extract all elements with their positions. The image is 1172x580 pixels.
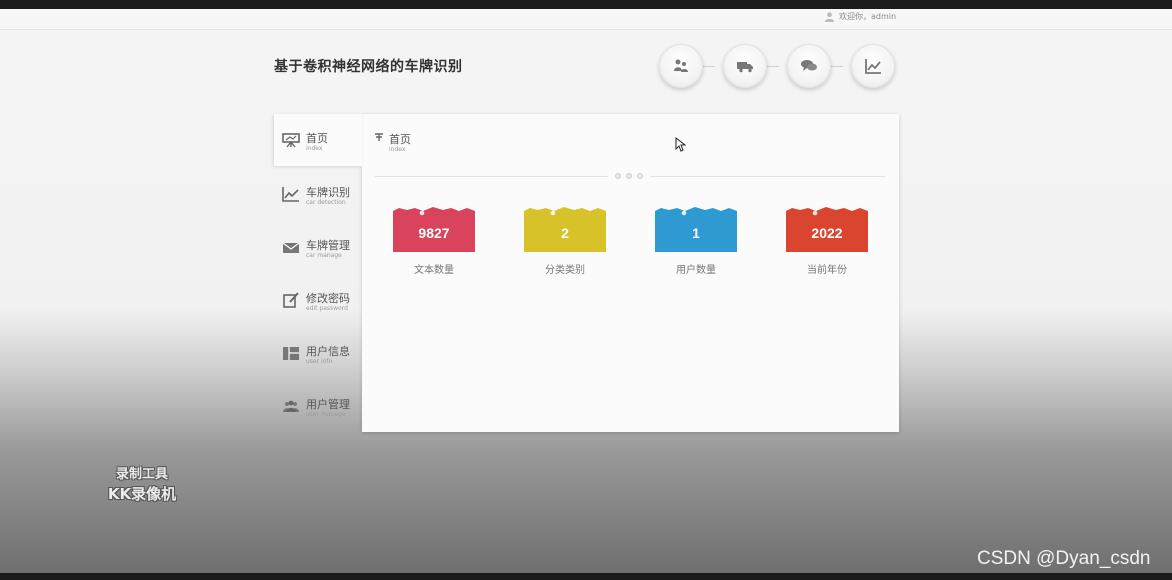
sidebar-item-label: 用户管理 [306,398,350,411]
header-strip [0,9,1172,30]
stat-card-text-count[interactable]: 9827 文本数量 [393,207,475,276]
sidebar-item-sublabel: edit password [306,305,348,312]
stat-value: 2 [561,225,569,241]
sidebar-item-user-manage[interactable]: 用户管理 user manage [274,380,362,432]
video-bottom-border [0,573,1172,580]
chat-icon [801,60,817,71]
users-icon [283,400,299,412]
stat-card-category-count[interactable]: 2 分类类别 [524,207,606,276]
stat-value: 1 [692,225,700,241]
nav-connector [831,66,843,67]
nav-users-button[interactable] [659,44,703,88]
envelope-icon [282,242,300,253]
watermark-line1: 录制工具 [115,467,168,482]
welcome-text: 欢迎你，admin [839,12,897,21]
nav-connector [703,66,715,67]
pin-icon [375,133,383,141]
recorder-watermark: 录制工具 KK录像机 [96,466,188,504]
user-icon [824,12,835,22]
sidebar-item-car-detection[interactable]: 车牌识别 car detection [274,168,362,220]
grid-icon [283,347,299,360]
watermark-line2: KK录像机 [107,485,177,503]
video-top-border [0,0,1172,9]
sidebar-item-car-manage[interactable]: 车牌管理 car manage [274,221,362,273]
divider-dot [626,173,632,179]
line-chart-icon [282,187,299,202]
nav-chat-button[interactable] [787,44,831,88]
sidebar-item-label: 车牌识别 [306,186,350,199]
sidebar-item-label: 首页 [306,132,328,145]
sidebar-item-label: 用户信息 [306,345,350,358]
divider-dot [615,173,621,179]
stat-card-current-year[interactable]: 2022 当前年份 [786,207,868,276]
breadcrumb-title: 首页 [389,133,411,146]
nav-chart-button[interactable] [851,44,895,88]
sidebar-item-sublabel: car manage [306,252,342,259]
stat-card-user-count[interactable]: 1 用户数量 [655,207,737,276]
welcome-area[interactable]: 欢迎你，admin [824,11,896,22]
stat-value: 9827 [418,225,450,241]
breadcrumb-subtitle: index [389,146,406,153]
mouse-cursor-icon [675,137,686,152]
nav-truck-button[interactable] [723,44,767,88]
stat-label: 当前年份 [807,265,847,276]
stat-label: 用户数量 [676,265,716,276]
line-chart-icon [865,59,881,74]
csdn-watermark: CSDN @Dyan_csdn [977,548,1151,569]
sidebar-item-index[interactable]: 首页 index [274,114,362,166]
site-title: 基于卷积神经网络的车牌识别 [274,59,463,75]
divider-dots [608,171,650,181]
sidebar-item-label: 车牌管理 [306,239,350,252]
divider-dot [637,173,643,179]
sidebar-item-label: 修改密码 [306,292,350,305]
sidebar-item-sublabel: car detection [306,199,346,206]
sidebar-item-sublabel: index [306,145,323,152]
stat-label: 分类类别 [545,265,585,276]
sidebar-item-user-info[interactable]: 用户信息 user info [274,327,362,379]
users-icon [674,59,688,72]
edit-icon [283,292,299,308]
sidebar-item-sublabel: user info [306,358,333,365]
content-panel: 首页 index 9827 文本数量 2 分类类别 1 用户数量 2022 当前… [362,114,899,432]
stat-value: 2022 [811,225,843,241]
sidebar-item-edit-password[interactable]: 修改密码 edit password [274,274,362,326]
sidebar-item-sublabel: user manage [306,411,346,418]
presentation-board-icon [282,133,300,148]
stat-label: 文本数量 [414,265,454,276]
truck-icon [737,62,753,73]
nav-connector [767,66,779,67]
